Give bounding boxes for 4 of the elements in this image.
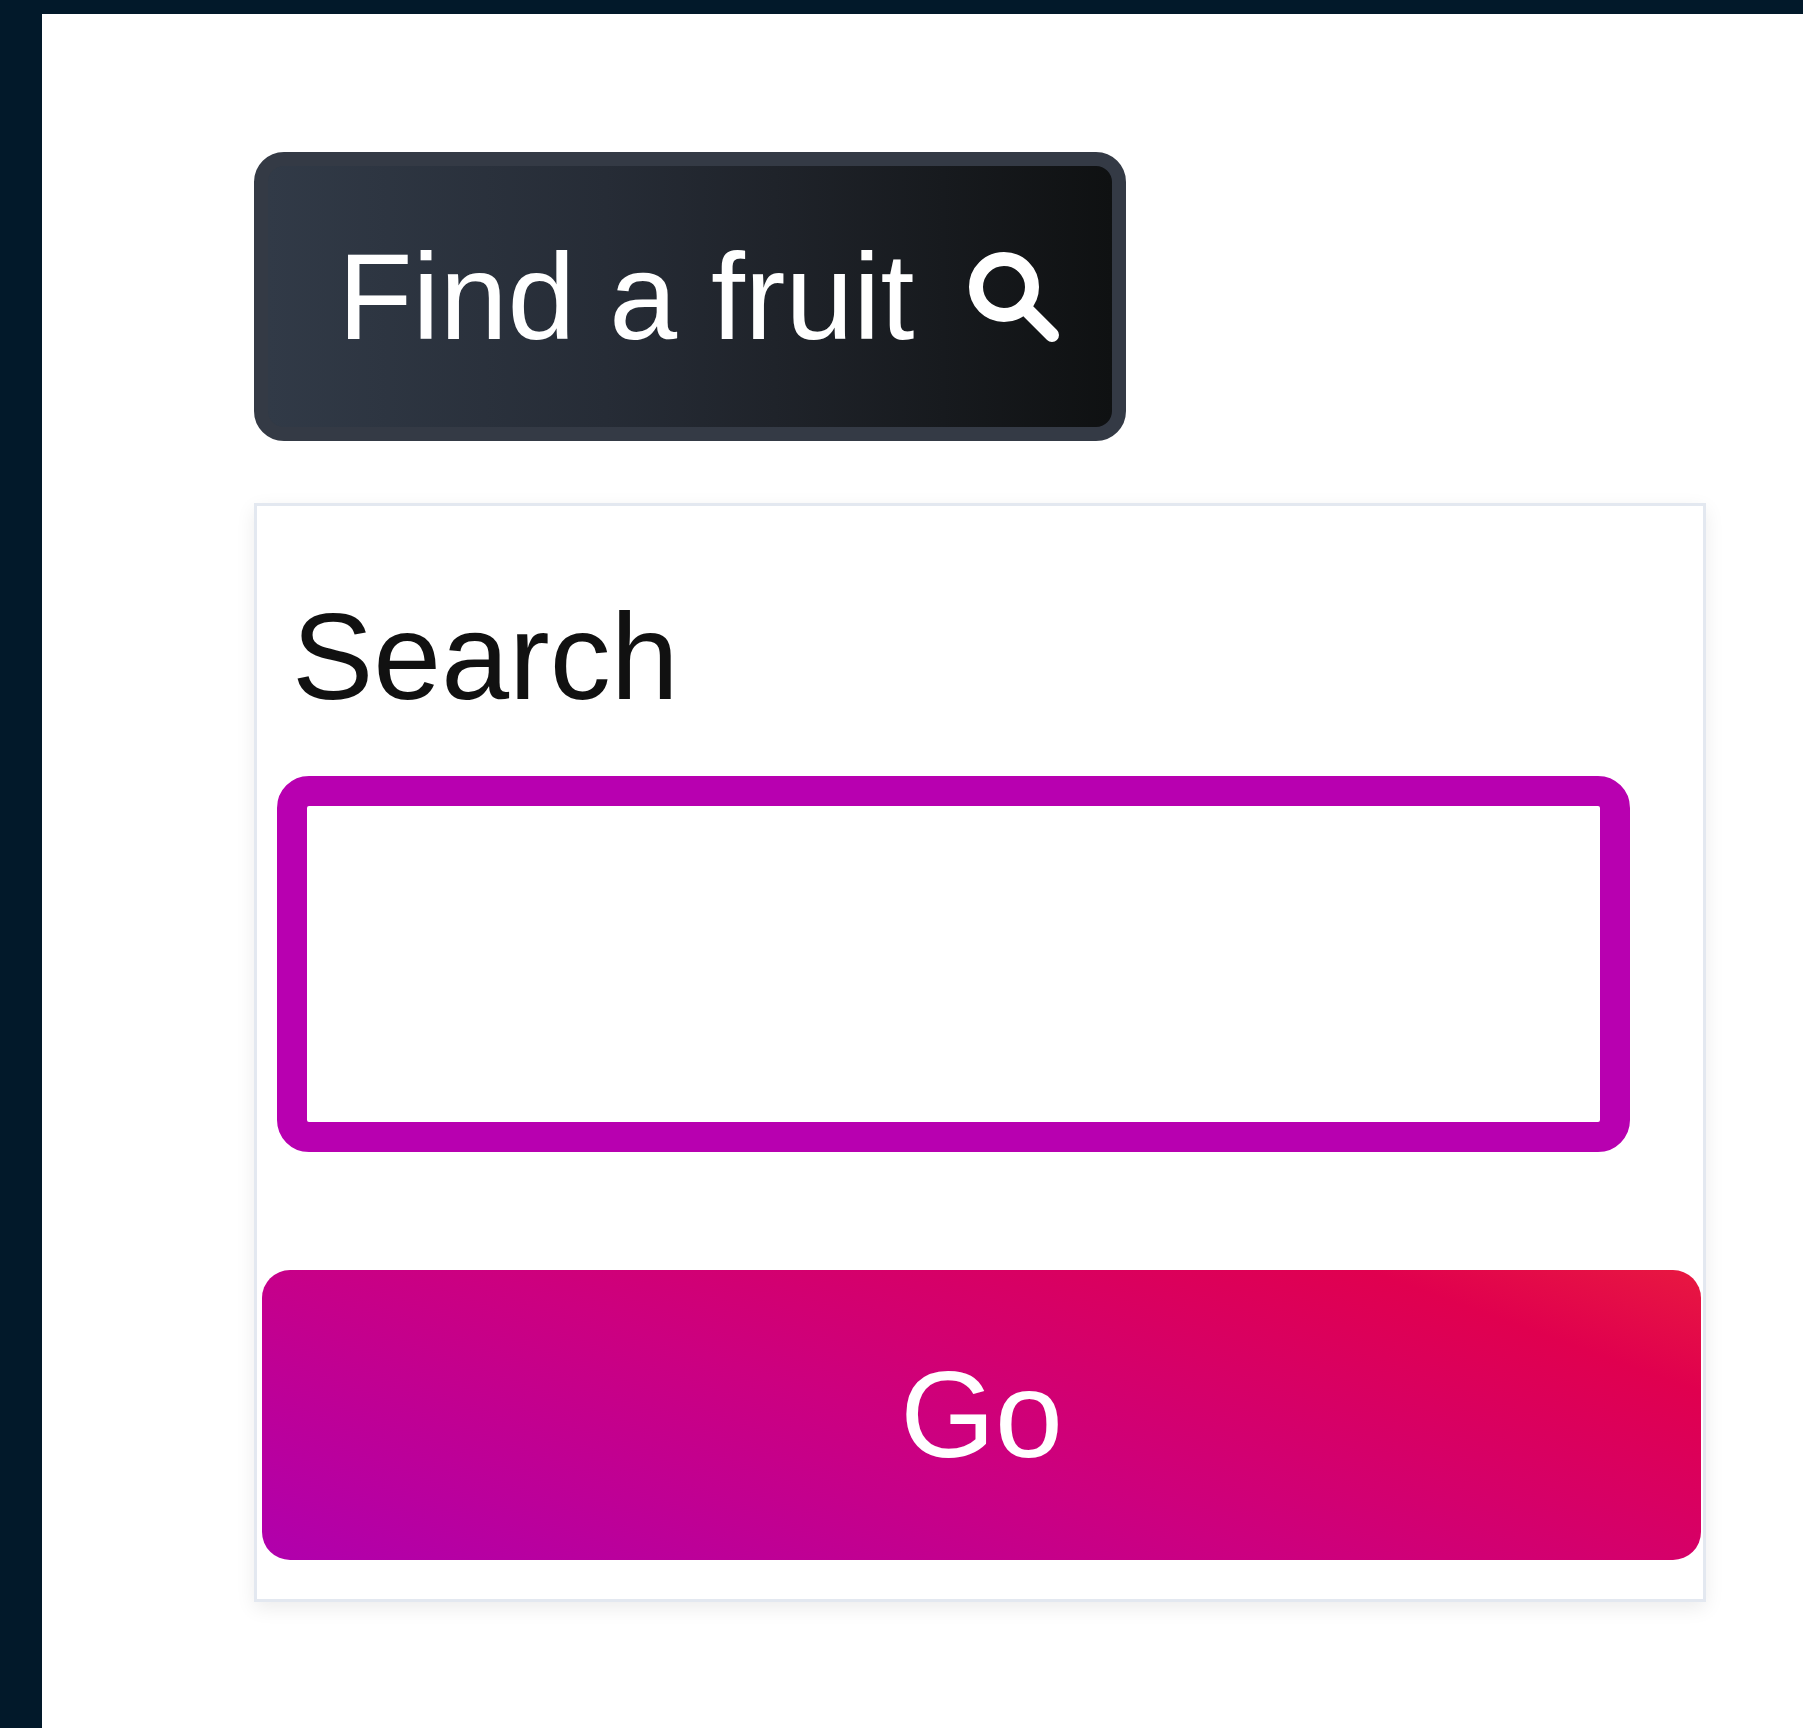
search-label: Search [292, 596, 680, 718]
go-button[interactable]: Go [262, 1270, 1701, 1560]
search-field[interactable] [277, 776, 1630, 1152]
find-fruit-button[interactable]: Find a fruit [254, 152, 1126, 441]
